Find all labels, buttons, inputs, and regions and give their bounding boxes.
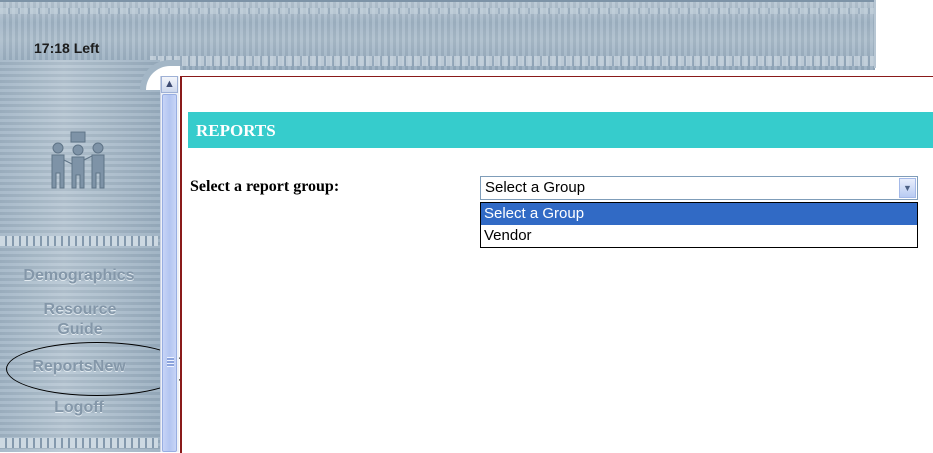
option-vendor[interactable]: Vendor bbox=[481, 225, 917, 247]
main-content: REPORTS Select a report group: Select a … bbox=[180, 76, 933, 453]
scroll-up-arrow-icon[interactable]: ▲ bbox=[161, 76, 178, 93]
sidebar-item-demographics[interactable]: Demographics bbox=[0, 266, 158, 286]
sidebar-item-resource-guide[interactable]: Resource Guide bbox=[0, 300, 160, 340]
report-group-dropdown: Select a Group Vendor bbox=[480, 202, 918, 248]
session-timer: 17:18 Left bbox=[34, 40, 100, 56]
section-title: REPORTS bbox=[196, 121, 276, 140]
sidebar-divider bbox=[0, 236, 158, 246]
family-group-icon bbox=[51, 131, 105, 189]
section-header: REPORTS bbox=[188, 112, 933, 148]
chevron-down-icon[interactable]: ▼ bbox=[899, 178, 916, 198]
vertical-scrollbar[interactable]: ▲ bbox=[160, 76, 179, 452]
select-value: Select a Group bbox=[485, 179, 586, 196]
report-group-select[interactable]: Select a Group ▼ bbox=[480, 176, 918, 200]
scroll-thumb[interactable] bbox=[162, 94, 177, 452]
option-select-a-group[interactable]: Select a Group bbox=[481, 203, 917, 225]
report-group-label: Select a report group: bbox=[190, 178, 340, 195]
sidebar-divider bbox=[0, 438, 158, 448]
banner-edge bbox=[874, 0, 876, 68]
sidebar-item-logoff[interactable]: Logoff bbox=[0, 398, 158, 418]
grip-icon bbox=[167, 357, 174, 367]
